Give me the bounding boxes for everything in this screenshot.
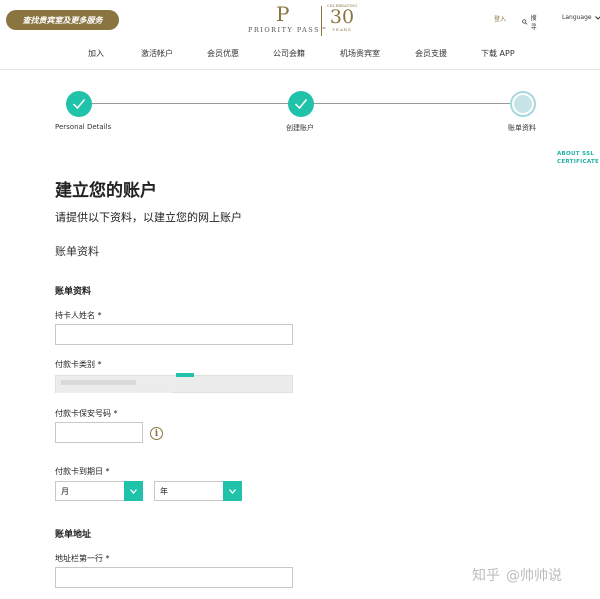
year-dropdown-arrow[interactable]	[223, 481, 242, 501]
top-right-utilities: 登入 搜寻 Language	[494, 14, 600, 31]
nav-corporate[interactable]: 公司会籍	[273, 48, 305, 59]
cardholder-name-input[interactable]	[55, 324, 293, 345]
watermark-site: 知乎	[472, 568, 500, 584]
section-title: 账单资料	[55, 245, 99, 258]
card-type-selector[interactable]	[55, 373, 293, 393]
login-link[interactable]: 登入	[494, 14, 506, 23]
chevron-down-icon	[130, 488, 137, 494]
language-label: Language	[562, 14, 592, 21]
step-2-complete	[288, 91, 314, 117]
step-3-label: 账单资料	[508, 124, 536, 132]
logo-p-mark: P	[276, 2, 290, 26]
logo-30: 30	[329, 6, 355, 28]
watermark-author: @帅帅说	[506, 568, 562, 584]
step-3-current	[510, 91, 536, 117]
language-select[interactable]: Language	[562, 14, 600, 21]
month-value: 月	[61, 486, 69, 496]
ssl-line-1: ABOUT SSL	[557, 151, 595, 157]
ssl-line-2: CERTIFICATE	[557, 159, 600, 165]
expiry-month-select[interactable]: 月	[55, 481, 143, 501]
find-lounges-button[interactable]: 查找贵宾室及更多服务	[6, 10, 119, 30]
card-type-active-tab	[176, 373, 194, 377]
month-dropdown-arrow[interactable]	[124, 481, 143, 501]
logo-brand-text: PRIORITY PASS™	[248, 26, 329, 34]
cardholder-label: 持卡人姓名 *	[55, 311, 102, 320]
expiry-year-select[interactable]: 年	[154, 481, 242, 501]
page-subtitle: 请提供以下资料，以建立您的网上账户	[55, 211, 242, 224]
search-label: 搜寻	[530, 15, 537, 31]
billing-heading: 账单资料	[55, 287, 92, 297]
site-header: 查找贵宾室及更多服务 P PRIORITY PASS™ CELEBRATING …	[0, 0, 600, 70]
search-icon	[522, 19, 528, 25]
chevron-down-icon	[229, 488, 236, 494]
step-1-complete	[66, 91, 92, 117]
cvv-label: 付款卡保安号码 *	[55, 409, 118, 418]
zhihu-watermark: 知乎 @帅帅说	[472, 565, 562, 585]
anniversary-logo: CELEBRATING 30 YEARS	[327, 4, 357, 32]
step-2-label: 创建账户	[286, 124, 314, 132]
nav-download-app[interactable]: 下载 APP	[481, 48, 515, 59]
chevron-down-icon	[594, 15, 600, 20]
year-value: 年	[160, 486, 168, 496]
card-type-placeholder	[61, 380, 136, 385]
info-icon[interactable]: i	[150, 427, 163, 440]
nav-member-offers[interactable]: 会员优惠	[207, 48, 239, 59]
cvv-input[interactable]	[55, 422, 143, 443]
main-nav: 加入 激活帐户 会员优惠 公司会籍 机场贵宾室 会员支援 下载 APP	[0, 48, 600, 62]
check-icon	[294, 99, 308, 110]
address-line1-input[interactable]	[55, 567, 293, 588]
card-type-label: 付款卡类别 *	[55, 360, 102, 369]
search-button[interactable]: 搜寻	[522, 13, 539, 31]
nav-support[interactable]: 会员支援	[415, 48, 447, 59]
ssl-certificate-link[interactable]: ABOUT SSL CERTIFICATE	[557, 150, 599, 166]
expiry-label: 付款卡到期日 *	[55, 467, 110, 476]
address-heading: 账单地址	[55, 530, 92, 540]
logo-divider	[321, 6, 322, 36]
nav-join[interactable]: 加入	[88, 48, 104, 59]
nav-activate[interactable]: 激活帐户	[141, 48, 173, 59]
current-step-dot	[514, 95, 532, 113]
check-icon	[72, 99, 86, 110]
page-title: 建立您的账户	[55, 181, 157, 201]
step-1-label: Personal Details	[55, 123, 112, 131]
address1-label: 地址栏第一行 *	[55, 554, 110, 563]
nav-lounges[interactable]: 机场贵宾室	[340, 48, 380, 59]
